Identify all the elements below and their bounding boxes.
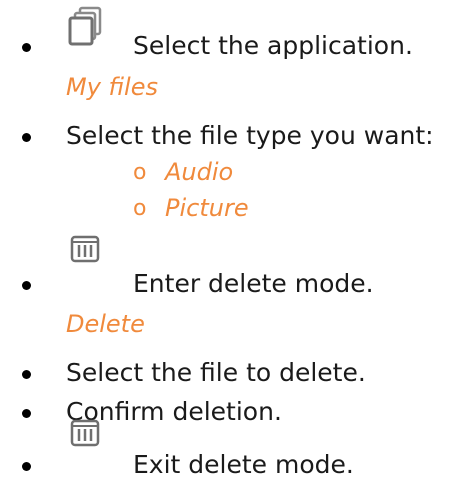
app-name: My files <box>66 73 158 101</box>
bullet <box>22 370 31 379</box>
bullet <box>22 43 31 52</box>
option-label: Audio <box>165 158 234 186</box>
step-text: Exit delete mode. <box>133 450 354 479</box>
bullet <box>22 133 31 142</box>
option-marker: o <box>133 160 147 185</box>
files-app-icon <box>68 6 102 46</box>
bullet <box>22 409 31 418</box>
mode-name: Delete <box>66 310 145 338</box>
trash-bin-icon <box>70 235 100 263</box>
step-text: Select the file to delete. <box>66 358 366 387</box>
bullet <box>22 462 31 471</box>
trash-bin-icon <box>70 419 100 447</box>
bullet <box>22 281 31 290</box>
step-text: Enter delete mode. <box>133 269 374 298</box>
step-text: Select the application. <box>133 31 413 60</box>
option-label: Picture <box>165 194 249 222</box>
option-marker: o <box>133 196 147 221</box>
step-text: Select the file type you want: <box>66 121 434 150</box>
